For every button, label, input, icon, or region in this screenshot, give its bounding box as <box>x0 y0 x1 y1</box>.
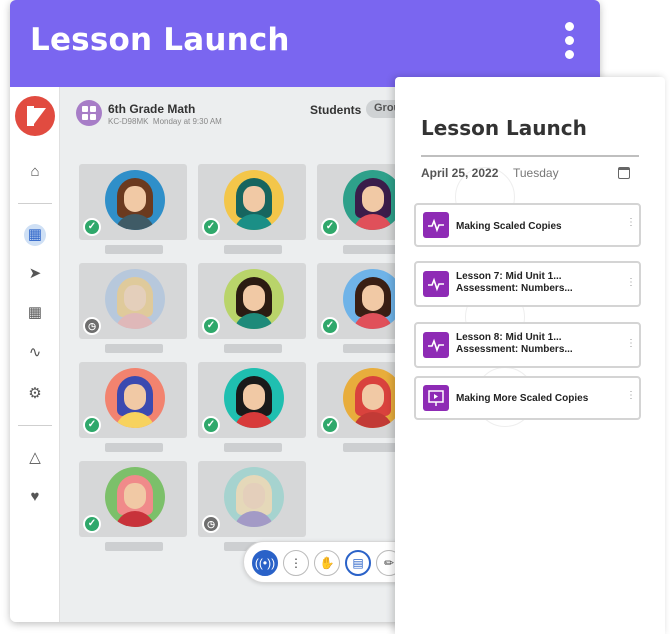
presentation-icon <box>423 385 449 411</box>
panel-date: April 25, 2022 <box>421 166 499 180</box>
student-avatar <box>224 467 284 527</box>
lesson-more-icon[interactable]: ⋮ <box>626 218 636 228</box>
class-icon <box>76 100 102 126</box>
student-tile[interactable]: ◷ <box>79 263 187 339</box>
clock-icon: ◷ <box>83 317 101 335</box>
student-avatar <box>224 368 284 428</box>
student-name-placeholder <box>343 245 401 254</box>
ruler-icon: ✏ <box>383 556 395 570</box>
heart-icon[interactable]: ♥ <box>25 487 45 507</box>
activity-icon <box>423 332 449 358</box>
raise-hand-button[interactable]: ✋ <box>314 550 340 576</box>
student-tile[interactable]: ✓ <box>317 164 403 240</box>
megaphone-icon[interactable]: ➤ <box>25 264 45 284</box>
student-name-placeholder <box>224 344 282 353</box>
student-avatar <box>105 368 165 428</box>
calendar-icon[interactable] <box>618 167 630 179</box>
sidebar-divider <box>18 203 52 204</box>
check-icon: ✓ <box>321 218 339 236</box>
gear-icon[interactable]: ⚙ <box>25 384 45 404</box>
lesson-title: Lesson 8: Mid Unit 1... Assessment: Numb… <box>456 332 573 355</box>
student-tile[interactable]: ✓ <box>79 362 187 438</box>
student-tile[interactable]: ✓ <box>79 164 187 240</box>
student-name-placeholder <box>224 245 282 254</box>
student-avatar <box>343 368 403 428</box>
more-icon: ⋮ <box>290 556 302 570</box>
student-name-placeholder <box>343 443 401 452</box>
lesson-more-icon[interactable]: ⋮ <box>626 278 636 288</box>
student-tile[interactable]: ✓ <box>317 263 403 339</box>
student-tile[interactable]: ✓ <box>198 164 306 240</box>
student-avatar <box>343 170 403 230</box>
student-avatar <box>343 269 403 329</box>
lesson-title: Lesson 7: Mid Unit 1... Assessment: Numb… <box>456 271 573 294</box>
student-tile[interactable]: ◷ <box>198 461 306 537</box>
lesson-title: Making Scaled Copies <box>456 221 562 232</box>
student-name-placeholder <box>105 245 163 254</box>
class-code: KC-D98MK <box>108 117 149 126</box>
panel-weekday: Tuesday <box>513 166 559 180</box>
lesson-title: Making More Scaled Copies <box>456 393 589 404</box>
more-button[interactable]: ⋮ <box>283 550 309 576</box>
app-title: Lesson Launch <box>30 22 290 58</box>
student-name-placeholder <box>224 443 282 452</box>
student-tile[interactable]: ✓ <box>79 461 187 537</box>
student-name-placeholder <box>105 344 163 353</box>
lesson-launch-panel: Lesson Launch April 25, 2022 Tuesday Mak… <box>395 77 665 634</box>
check-icon: ✓ <box>83 515 101 533</box>
check-icon: ✓ <box>83 218 101 236</box>
classroom-icon[interactable]: ▦ <box>25 225 45 245</box>
screen-share-button[interactable]: ▤ <box>345 550 371 576</box>
lesson-more-icon[interactable]: ⋮ <box>626 391 636 401</box>
check-icon: ✓ <box>202 218 220 236</box>
student-avatar <box>224 170 284 230</box>
student-avatar <box>105 170 165 230</box>
student-avatar <box>105 467 165 527</box>
org-chart-icon[interactable]: △ <box>25 448 45 468</box>
more-options-icon[interactable] <box>558 22 580 66</box>
students-tab[interactable]: Students <box>310 103 361 117</box>
student-name-placeholder <box>105 542 163 551</box>
check-icon: ✓ <box>321 416 339 434</box>
class-schedule: Monday at 9:30 AM <box>152 117 222 126</box>
broadcast-icon: ((•)) <box>254 556 276 570</box>
broadcast-button[interactable]: ((•)) <box>252 550 278 576</box>
logo[interactable] <box>15 96 55 136</box>
lesson-item[interactable]: Making More Scaled Copies ⋮ <box>414 376 641 420</box>
student-tile[interactable]: ✓ <box>317 362 403 438</box>
lesson-item[interactable]: Lesson 7: Mid Unit 1... Assessment: Numb… <box>414 261 641 307</box>
clock-icon: ◷ <box>202 515 220 533</box>
chart-icon[interactable]: ∿ <box>25 343 45 363</box>
screen-share-icon: ▤ <box>352 556 364 570</box>
lesson-item[interactable]: Lesson 8: Mid Unit 1... Assessment: Numb… <box>414 322 641 368</box>
panel-divider <box>421 155 639 157</box>
app-header: Lesson Launch <box>10 0 600 87</box>
student-avatar <box>105 269 165 329</box>
lesson-more-icon[interactable]: ⋮ <box>626 339 636 349</box>
sidebar: ⌂ ▦ ➤ ▦ ∿ ⚙ △ ♥ <box>10 87 60 622</box>
student-tile[interactable]: ✓ <box>198 362 306 438</box>
student-avatar <box>224 269 284 329</box>
calendar-icon[interactable]: ▦ <box>25 303 45 323</box>
activity-icon <box>423 212 449 238</box>
class-details: KC-D98MK Monday at 9:30 AM <box>108 117 222 126</box>
home-icon[interactable]: ⌂ <box>25 162 45 182</box>
sidebar-divider <box>18 425 52 426</box>
student-tile[interactable]: ✓ <box>198 263 306 339</box>
activity-icon <box>423 271 449 297</box>
check-icon: ✓ <box>321 317 339 335</box>
check-icon: ✓ <box>83 416 101 434</box>
lesson-item[interactable]: Making Scaled Copies ⋮ <box>414 203 641 247</box>
check-icon: ✓ <box>202 317 220 335</box>
class-name: 6th Grade Math <box>108 102 196 116</box>
check-icon: ✓ <box>202 416 220 434</box>
student-name-placeholder <box>105 443 163 452</box>
panel-title: Lesson Launch <box>421 116 587 140</box>
student-name-placeholder <box>343 344 401 353</box>
raise-hand-icon: ✋ <box>319 556 335 570</box>
